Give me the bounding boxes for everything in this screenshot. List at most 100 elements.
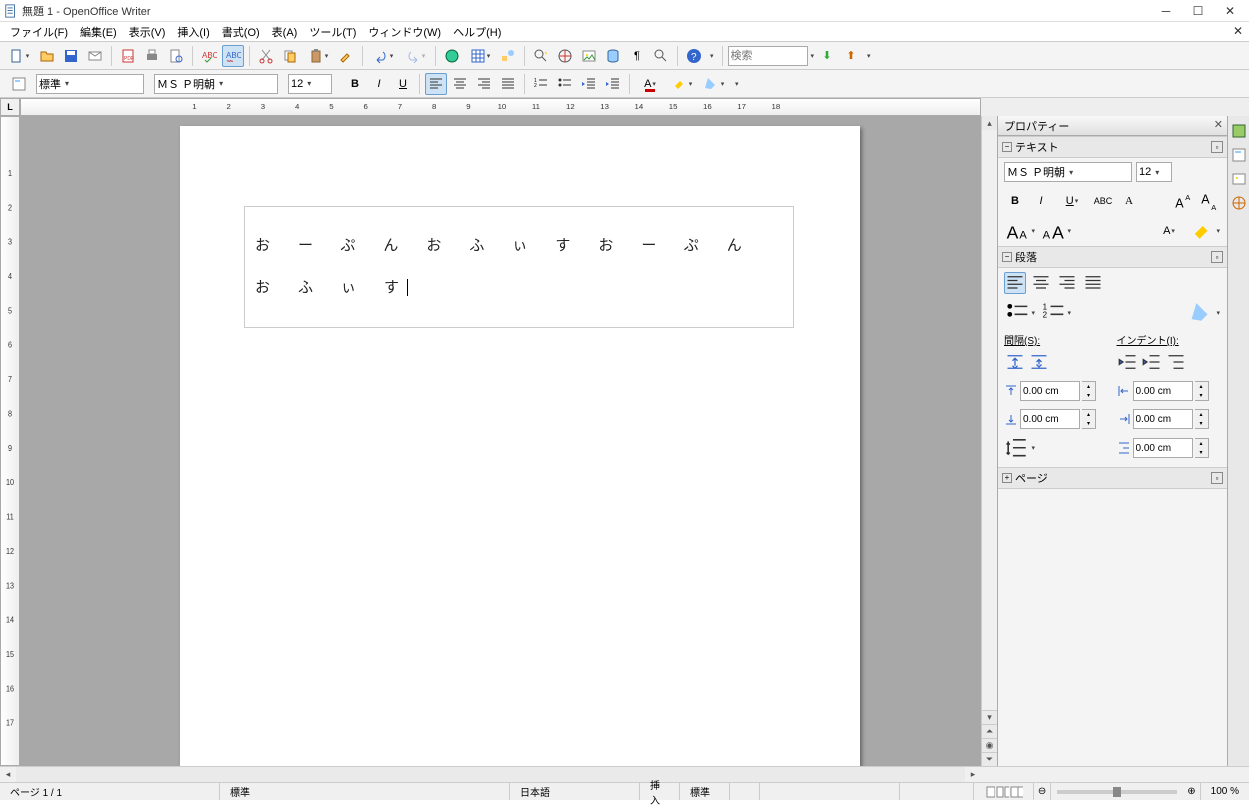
- space-below-input[interactable]: [1020, 409, 1080, 429]
- paragraph-collapse-icon[interactable]: −: [1002, 252, 1012, 262]
- next-page-button[interactable]: ⏷: [982, 752, 997, 766]
- prop-font-color-button[interactable]: A▾: [1153, 220, 1185, 242]
- prop-subscript-button[interactable]: AA: [1199, 190, 1221, 212]
- find-prev-button[interactable]: ⬆: [840, 45, 862, 67]
- horizontal-ruler[interactable]: 1234 5678 9101112 13141516 1718: [20, 98, 981, 116]
- space-below-spinner[interactable]: ▴▾: [1082, 409, 1096, 429]
- sidebar-tab-navigator[interactable]: [1230, 194, 1248, 212]
- zoom-slider[interactable]: [1057, 790, 1177, 794]
- find-replace-button[interactable]: [530, 45, 552, 67]
- status-language[interactable]: 日本語: [510, 783, 640, 800]
- align-left-button[interactable]: [425, 73, 447, 95]
- prop-size-select[interactable]: 12: [1136, 162, 1172, 182]
- prop-increase-font-button[interactable]: AA▾: [1004, 220, 1036, 242]
- prop-highlight-button[interactable]: ▾: [1189, 220, 1221, 242]
- bold-button[interactable]: B: [344, 73, 366, 95]
- sidebar-tab-properties[interactable]: [1230, 122, 1248, 140]
- prop-font-select[interactable]: ＭＳ Ｐ明朝: [1004, 162, 1132, 182]
- ruler-corner[interactable]: L: [0, 98, 20, 116]
- spellcheck-button[interactable]: ABC: [198, 45, 220, 67]
- sidebar-tab-gallery[interactable]: [1230, 170, 1248, 188]
- prop-align-left-button[interactable]: [1004, 272, 1026, 294]
- numbered-list-button[interactable]: 12: [530, 73, 552, 95]
- search-input[interactable]: [728, 46, 808, 66]
- horizontal-scrollbar[interactable]: ◂ ▸: [0, 766, 1249, 782]
- text-collapse-icon[interactable]: −: [1002, 142, 1012, 152]
- increase-indent-button2[interactable]: [1117, 351, 1139, 373]
- properties-close-button[interactable]: ✕: [1214, 118, 1223, 131]
- document-canvas[interactable]: おーぷんおふぃすおーぷん おふぃす: [20, 116, 981, 766]
- prop-decrease-font-button[interactable]: AA▾: [1040, 220, 1072, 242]
- prop-shadow-button[interactable]: A: [1118, 190, 1140, 212]
- font-size-select[interactable]: 12: [288, 74, 332, 94]
- menu-insert[interactable]: 挿入(I): [171, 22, 215, 42]
- prop-bold-button[interactable]: B: [1004, 190, 1026, 212]
- hscroll-right-button[interactable]: ▸: [965, 767, 981, 782]
- space-above-spinner[interactable]: ▴▾: [1082, 381, 1096, 401]
- menu-file[interactable]: ファイル(F): [4, 22, 74, 42]
- status-style[interactable]: 標準: [220, 783, 510, 800]
- styles-button[interactable]: [4, 73, 34, 95]
- show-draw-functions-button[interactable]: [497, 45, 519, 67]
- document-close-button[interactable]: ✕: [1233, 24, 1243, 38]
- align-center-button[interactable]: [449, 73, 471, 95]
- prop-align-justify-button[interactable]: [1082, 272, 1104, 294]
- help-button[interactable]: ?: [683, 45, 705, 67]
- vertical-ruler[interactable]: 1234 5678 9101112 13141516 17: [0, 116, 20, 766]
- zoom-in-button[interactable]: ⊕: [1183, 783, 1200, 800]
- data-sources-button[interactable]: [602, 45, 624, 67]
- prev-page-button[interactable]: ⏶: [982, 724, 997, 738]
- table-button[interactable]: ▾: [465, 45, 495, 67]
- prop-align-right-button[interactable]: [1056, 272, 1078, 294]
- page-section-more-button[interactable]: ▫: [1211, 472, 1223, 484]
- paragraph-section-header[interactable]: − 段落 ▫: [998, 246, 1227, 268]
- menu-view[interactable]: 表示(V): [123, 22, 172, 42]
- paragraph-section-more-button[interactable]: ▫: [1211, 251, 1223, 263]
- text-section-header[interactable]: − テキスト ▫: [998, 136, 1227, 158]
- view-layout-buttons[interactable]: [974, 783, 1034, 800]
- prop-strikethrough-button[interactable]: ABC: [1092, 190, 1114, 212]
- vertical-scrollbar[interactable]: ▴ ▾ ⏶ ◉ ⏷: [981, 116, 997, 766]
- underline-button[interactable]: U: [392, 73, 414, 95]
- nonprinting-chars-button[interactable]: ¶: [626, 45, 648, 67]
- status-insert-mode[interactable]: 挿入: [640, 783, 680, 800]
- menu-edit[interactable]: 編集(E): [74, 22, 123, 42]
- menu-table[interactable]: 表(A): [266, 22, 304, 42]
- multi-page-icon[interactable]: [996, 786, 1009, 798]
- copy-button[interactable]: [279, 45, 301, 67]
- find-next-button[interactable]: ⬇: [816, 45, 838, 67]
- open-button[interactable]: [36, 45, 58, 67]
- italic-button[interactable]: I: [368, 73, 390, 95]
- align-right-button[interactable]: [473, 73, 495, 95]
- close-button[interactable]: ✕: [1223, 4, 1237, 18]
- indent-right-input[interactable]: [1133, 409, 1193, 429]
- paste-button[interactable]: ▾: [303, 45, 333, 67]
- menu-help[interactable]: ヘルプ(H): [447, 22, 507, 42]
- bullet-list-button[interactable]: [554, 73, 576, 95]
- font-name-select[interactable]: ＭＳ Ｐ明朝: [154, 74, 278, 94]
- indent-left-input[interactable]: [1133, 381, 1193, 401]
- menu-window[interactable]: ウィンドウ(W): [362, 22, 447, 42]
- cut-button[interactable]: [255, 45, 277, 67]
- menu-tools[interactable]: ツール(T): [303, 22, 362, 42]
- format-paintbrush-button[interactable]: [335, 45, 357, 67]
- align-justify-button[interactable]: [497, 73, 519, 95]
- prop-italic-button[interactable]: I: [1030, 190, 1052, 212]
- navigation-button[interactable]: ◉: [982, 738, 997, 752]
- text-frame[interactable]: おーぷんおふぃすおーぷん おふぃす: [244, 206, 794, 328]
- prop-align-center-button[interactable]: [1030, 272, 1052, 294]
- auto-spellcheck-button[interactable]: ABC: [222, 45, 244, 67]
- status-page[interactable]: ページ 1 / 1: [0, 783, 220, 800]
- indent-right-spinner[interactable]: ▴▾: [1195, 409, 1209, 429]
- decrease-indent-button[interactable]: [578, 73, 600, 95]
- status-signature[interactable]: [760, 783, 900, 800]
- line-spacing-button[interactable]: ▾: [1004, 437, 1036, 459]
- print-button[interactable]: [141, 45, 163, 67]
- prop-number-list-button[interactable]: 12▾: [1040, 302, 1072, 324]
- new-document-button[interactable]: ▾: [4, 45, 34, 67]
- sidebar-tab-styles[interactable]: [1230, 146, 1248, 164]
- space-above-input[interactable]: [1020, 381, 1080, 401]
- prop-bgcolor-button[interactable]: ▾: [1189, 302, 1221, 324]
- zoom-button[interactable]: [650, 45, 672, 67]
- export-pdf-button[interactable]: PDF: [117, 45, 139, 67]
